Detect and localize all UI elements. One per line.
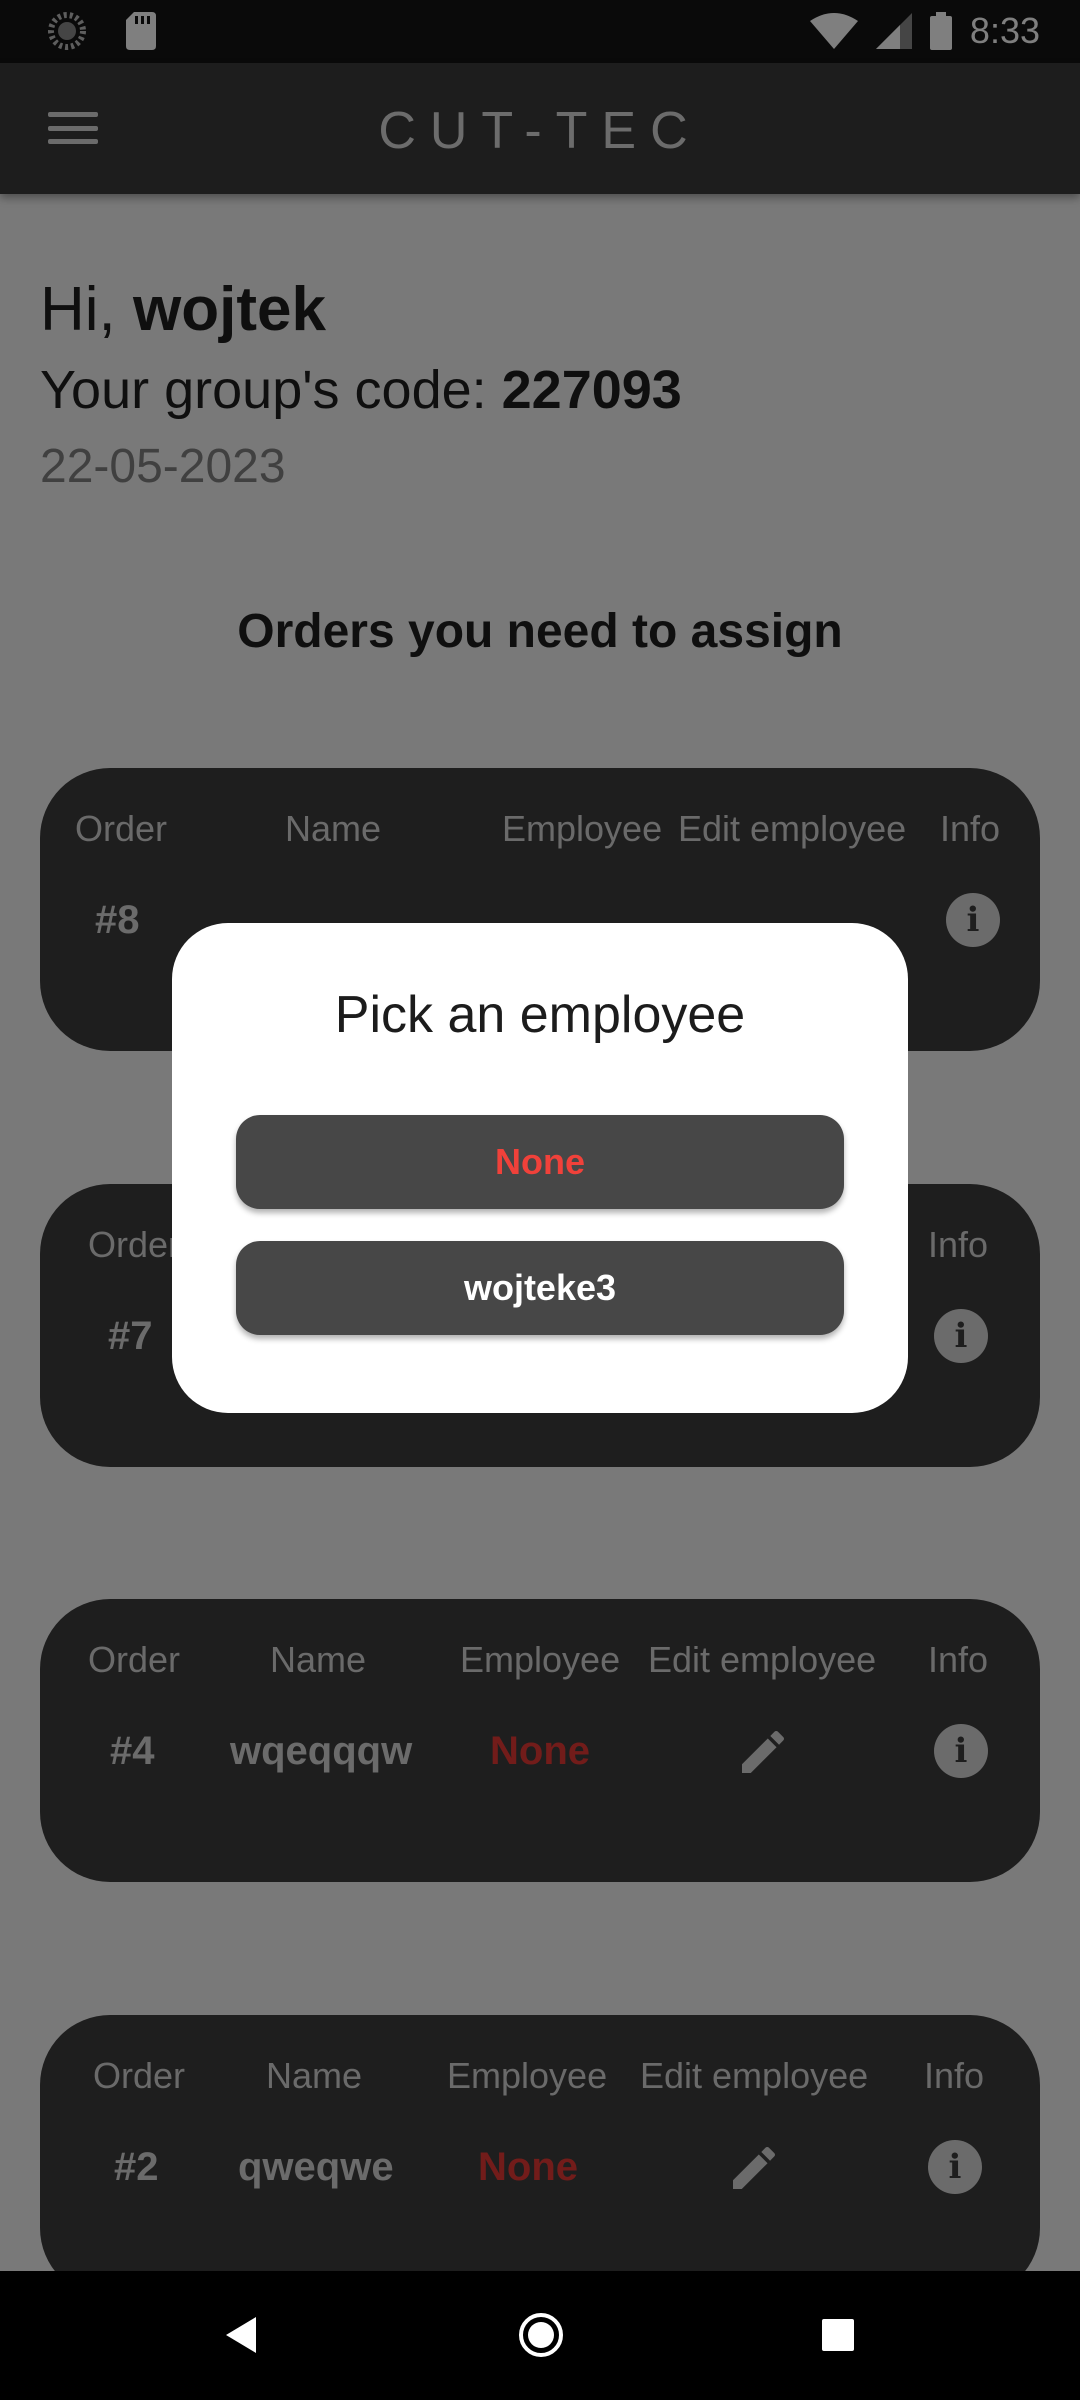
employee-option-wojteke3[interactable]: wojteke3 (236, 1241, 844, 1335)
dialog-title: Pick an employee (334, 986, 746, 1044)
home-icon[interactable] (517, 2311, 565, 2359)
employee-option-none[interactable]: None (236, 1115, 844, 1209)
system-nav-bar (0, 2271, 1080, 2400)
recents-icon[interactable] (822, 2319, 854, 2351)
pick-employee-dialog: Pick an employee None wojteke3 (172, 923, 908, 1413)
back-icon[interactable] (222, 2315, 258, 2355)
